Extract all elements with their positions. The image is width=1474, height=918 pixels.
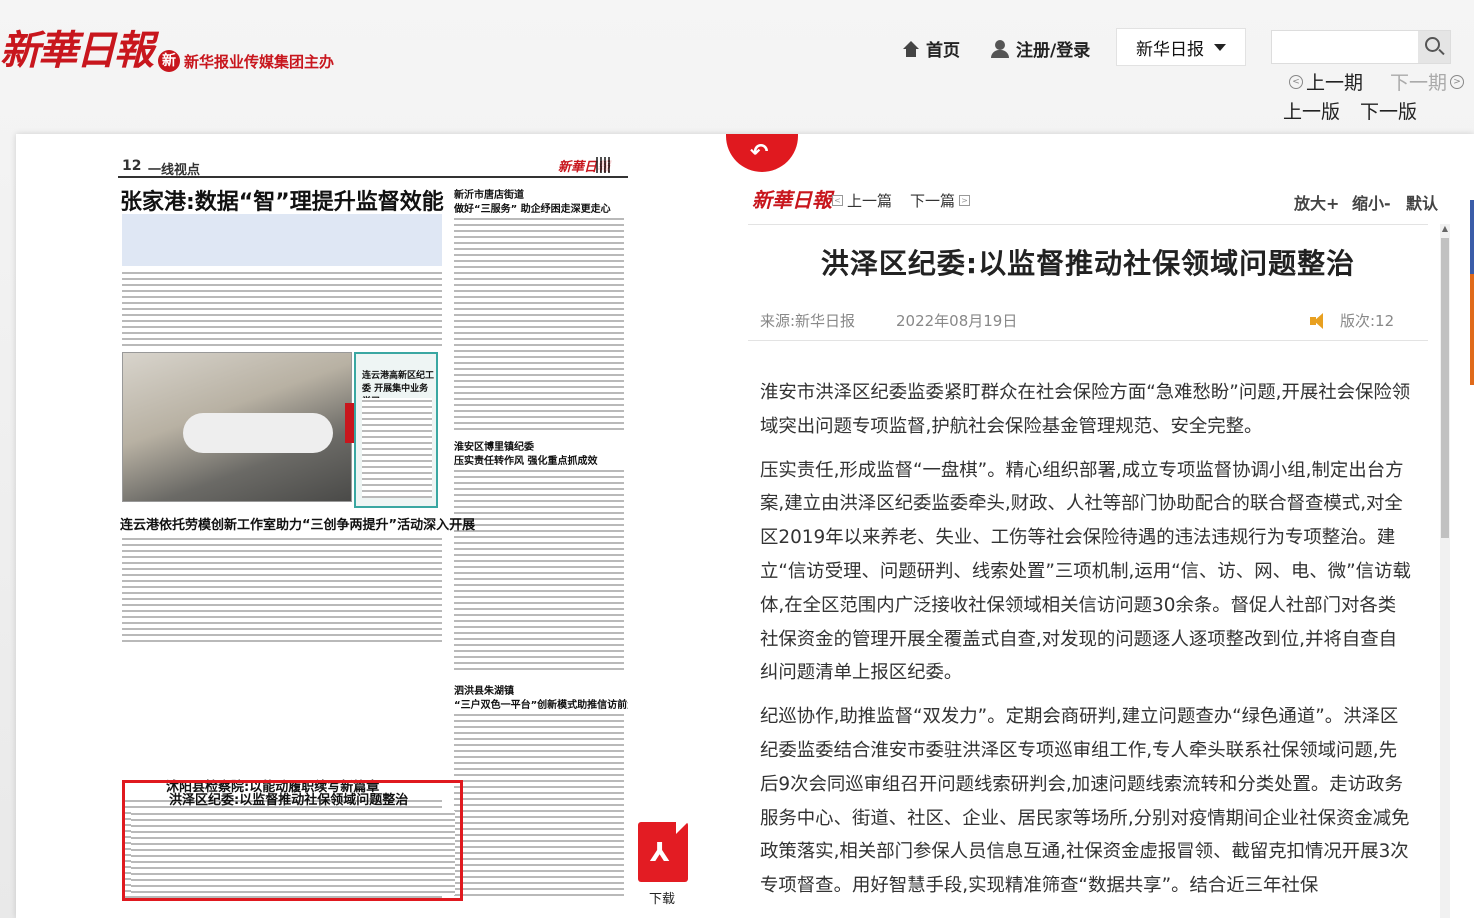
body-text-block <box>454 712 624 898</box>
sponsor-text: 新华报业传媒集团主办 <box>184 52 335 71</box>
article-date: 2022年08月19日 <box>896 312 1018 330</box>
photo-caption-panel[interactable]: 连云港高新区纪工委 开展集中业务学习 <box>354 352 438 508</box>
chevron-right-icon: > <box>959 195 971 206</box>
article-headline-lianyungang[interactable]: 连云港依托劳模创新工作室助力“三创争两提升”活动深入开展 <box>120 514 475 533</box>
newspaper-page-view: 12 一线视点 新華日報 张家港:数据“智”理提升监督效能 新沂市唐店街道 做好… <box>16 134 726 918</box>
page-number: 12 <box>122 158 142 174</box>
divider <box>748 340 1428 341</box>
home-icon <box>902 40 920 57</box>
sponsor-banner: 新 新华报业传媒集团主办 <box>158 50 334 72</box>
pdf-icon: ⅄ <box>650 838 670 868</box>
chevron-down-icon <box>1214 43 1226 51</box>
speaker-icon[interactable] <box>1310 312 1332 330</box>
page-header: 12 一线视点 新華日報 <box>118 156 628 178</box>
zoom-in-button[interactable]: 放大+ <box>1294 190 1339 214</box>
chevron-left-icon: < <box>832 195 843 206</box>
article-headline-zhangjiagang[interactable]: 张家港:数据“智”理提升监督效能 <box>120 184 444 216</box>
scroll-thumb[interactable] <box>1441 238 1449 538</box>
prev-article-link[interactable]: < 上一篇 <box>832 190 892 211</box>
qr-code-icon <box>596 157 612 173</box>
user-icon <box>990 39 1010 58</box>
sponsor-logo-icon: 新 <box>158 50 180 72</box>
next-edition-link[interactable]: 下一版 <box>1360 97 1417 124</box>
side-kicker-1: 新沂市唐店街道 <box>454 190 524 201</box>
selected-article-highlight[interactable]: 洪泽区纪委:以监督推动社保领域问题整治 <box>122 780 463 901</box>
next-issue-link[interactable]: 下一期 > <box>1390 68 1465 95</box>
main-panel: 12 一线视点 新華日報 张家港:数据“智”理提升监督效能 新沂市唐店街道 做好… <box>16 134 1474 918</box>
divider <box>748 224 1428 225</box>
pdf-download-button[interactable]: ⅄ <box>638 822 688 882</box>
next-article-link[interactable]: 下一篇 > <box>910 190 971 211</box>
zoom-reset-button[interactable]: 默认 <box>1406 190 1438 214</box>
article-link-huaian[interactable]: 压实责任转作风 强化重点抓成效 <box>454 452 597 467</box>
body-text-block <box>122 536 442 642</box>
side-tab-strip[interactable] <box>1470 200 1474 385</box>
next-issue-label: 下一期 <box>1390 72 1448 94</box>
article-link-sihong[interactable]: “三户双色一平台”创新模式助推信访前置“治未病” <box>454 696 628 711</box>
article-page-number: 版次:12 <box>1340 312 1395 330</box>
body-text-block <box>122 270 442 348</box>
back-arrow-icon: ↶ <box>750 140 769 165</box>
article-source: 来源:新华日报 <box>760 312 856 330</box>
page-section: 一线视点 <box>148 163 201 178</box>
side-kicker-3: 泗洪县朱湖镇 <box>454 686 514 697</box>
article-paragraph: 淮安市洪泽区纪委监委紧盯群众在社会保险方面“急难愁盼”问题,开展社会保险领域突出… <box>760 382 1411 437</box>
home-link[interactable]: 首页 <box>902 36 960 61</box>
article-paragraph: 压实责任,形成监督“一盘棋”。精心组织部署,成立专项监督协调小组,制定出台方案,… <box>760 459 1411 684</box>
login-link[interactable]: 注册/登录 <box>990 36 1090 61</box>
prev-issue-link[interactable]: < 上一期 <box>1289 68 1363 95</box>
search-input[interactable] <box>1272 31 1418 63</box>
home-label: 首页 <box>926 41 960 61</box>
login-label: 注册/登录 <box>1016 41 1091 61</box>
scroll-up-icon[interactable]: ▲ <box>1440 224 1450 236</box>
article-paragraph: 纪巡协作,助推监督“双发力”。定期会商研判,建立问题查办“绿色通道”。洪泽区纪委… <box>760 706 1410 897</box>
article-page-info: 版次:12 <box>1310 310 1394 331</box>
meeting-photo <box>122 352 369 502</box>
article-body: 淮安市洪泽区纪委监委紧盯群众在社会保险方面“急难愁盼”问题,开展社会保险领域突出… <box>760 376 1412 913</box>
body-text-block <box>454 216 624 430</box>
newspaper-select-value: 新华日报 <box>1136 39 1204 60</box>
prev-issue-label: 上一期 <box>1306 72 1364 94</box>
newspaper-select[interactable]: 新华日报 <box>1116 28 1246 66</box>
download-label[interactable]: 下载 <box>649 888 675 907</box>
zoom-out-button[interactable]: 缩小- <box>1352 190 1391 214</box>
logo-text: 新華日報 <box>0 27 154 74</box>
search-button[interactable] <box>1418 31 1450 63</box>
article-reader: ↶ 新華日報 < 上一篇 下一篇 > 放大+ 缩小- 默认 ▲ 洪泽区纪委:以监… <box>726 134 1474 918</box>
prev-article-label: 上一篇 <box>847 192 893 210</box>
search-box <box>1271 30 1451 64</box>
xinhua-daily-logo[interactable]: 新華日報 <box>0 8 154 74</box>
side-kicker-2: 淮安区博里镇纪委 <box>454 442 534 453</box>
prev-edition-link[interactable]: 上一版 <box>1283 97 1340 124</box>
chevron-left-icon: < <box>1289 74 1303 89</box>
lead-paragraph-block <box>122 214 442 266</box>
chevron-right-icon: > <box>1450 74 1465 89</box>
article-link-xinyi[interactable]: 做好“三服务” 助企纾困走深更走心 <box>454 200 611 215</box>
body-text-block <box>454 468 624 674</box>
next-article-label: 下一篇 <box>910 192 956 210</box>
selected-article-title: 洪泽区纪委:以监督推动社保领域问题整治 <box>169 793 409 808</box>
article-scrollbar[interactable]: ▲ <box>1440 224 1450 918</box>
article-logo: 新華日報 <box>752 188 832 212</box>
back-button[interactable]: ↶ <box>726 134 798 172</box>
article-title: 洪泽区纪委:以监督推动社保领域问题整治 <box>820 247 1356 280</box>
